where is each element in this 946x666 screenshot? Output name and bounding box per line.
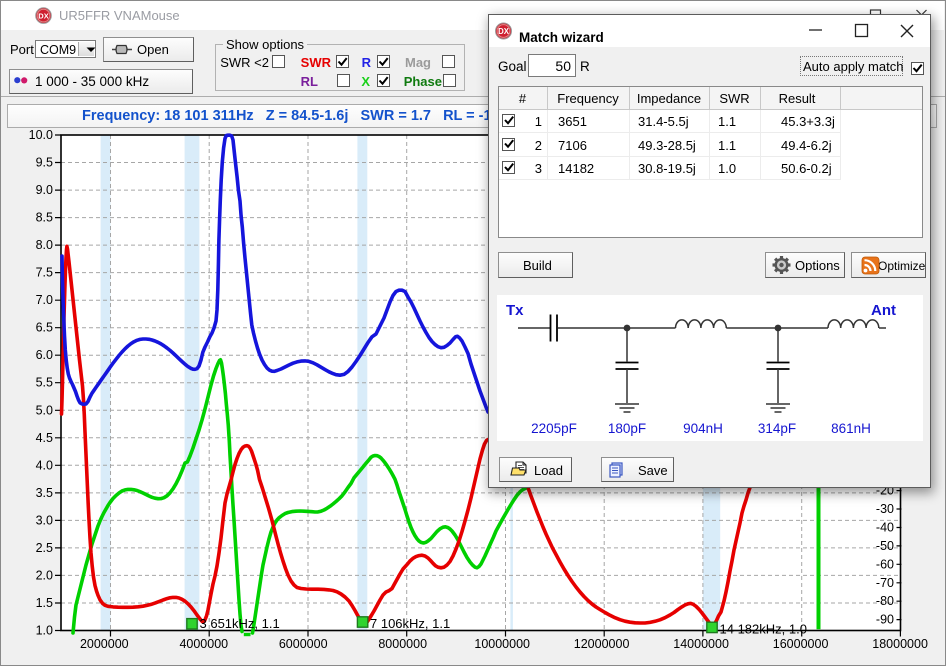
svg-text:7.5: 7.5 xyxy=(36,266,53,280)
svg-text:5.5: 5.5 xyxy=(36,376,53,390)
svg-text:4.5: 4.5 xyxy=(36,431,53,445)
svg-text:16000000: 16000000 xyxy=(773,637,829,651)
svg-text:10000000: 10000000 xyxy=(474,637,530,651)
svg-text:-30: -30 xyxy=(876,502,894,516)
svg-text:9.5: 9.5 xyxy=(36,156,53,170)
svg-text:3.5: 3.5 xyxy=(36,486,53,500)
svg-text:4.0: 4.0 xyxy=(36,458,53,472)
svg-text:-80: -80 xyxy=(876,594,894,608)
svg-text:12000000: 12000000 xyxy=(574,637,630,651)
svg-text:-50: -50 xyxy=(876,539,894,553)
svg-text:-90: -90 xyxy=(876,613,894,627)
svg-text:2000000: 2000000 xyxy=(80,637,129,651)
svg-text:8.5: 8.5 xyxy=(36,211,53,225)
svg-text:6.0: 6.0 xyxy=(36,348,53,362)
svg-text:-40: -40 xyxy=(876,521,894,535)
svg-text:14000000: 14000000 xyxy=(673,637,729,651)
svg-text:DX: DX xyxy=(498,27,510,36)
svg-text:4000000: 4000000 xyxy=(179,637,228,651)
svg-text:3.0: 3.0 xyxy=(36,513,53,527)
svg-text:18000000: 18000000 xyxy=(872,637,928,651)
svg-text:-60: -60 xyxy=(876,557,894,571)
svg-text:-70: -70 xyxy=(876,576,894,590)
svg-text:10.0: 10.0 xyxy=(29,128,53,142)
svg-text:2.0: 2.0 xyxy=(36,568,53,582)
svg-text:6000000: 6000000 xyxy=(279,637,328,651)
svg-text:5.0: 5.0 xyxy=(36,403,53,417)
svg-text:1.5: 1.5 xyxy=(36,596,53,610)
svg-text:1.0: 1.0 xyxy=(36,624,53,638)
svg-text:8000000: 8000000 xyxy=(378,637,427,651)
svg-text:8.0: 8.0 xyxy=(36,238,53,252)
svg-text:9.0: 9.0 xyxy=(36,183,53,197)
svg-text:7.0: 7.0 xyxy=(36,293,53,307)
svg-text:7 106kHz, 1.1: 7 106kHz, 1.1 xyxy=(370,616,450,631)
svg-text:6.5: 6.5 xyxy=(36,321,53,335)
svg-text:3 651kHz, 1.1: 3 651kHz, 1.1 xyxy=(200,616,280,631)
svg-text:2.5: 2.5 xyxy=(36,541,53,555)
svg-text:14 182kHz, 1.0: 14 182kHz, 1.0 xyxy=(720,622,807,637)
